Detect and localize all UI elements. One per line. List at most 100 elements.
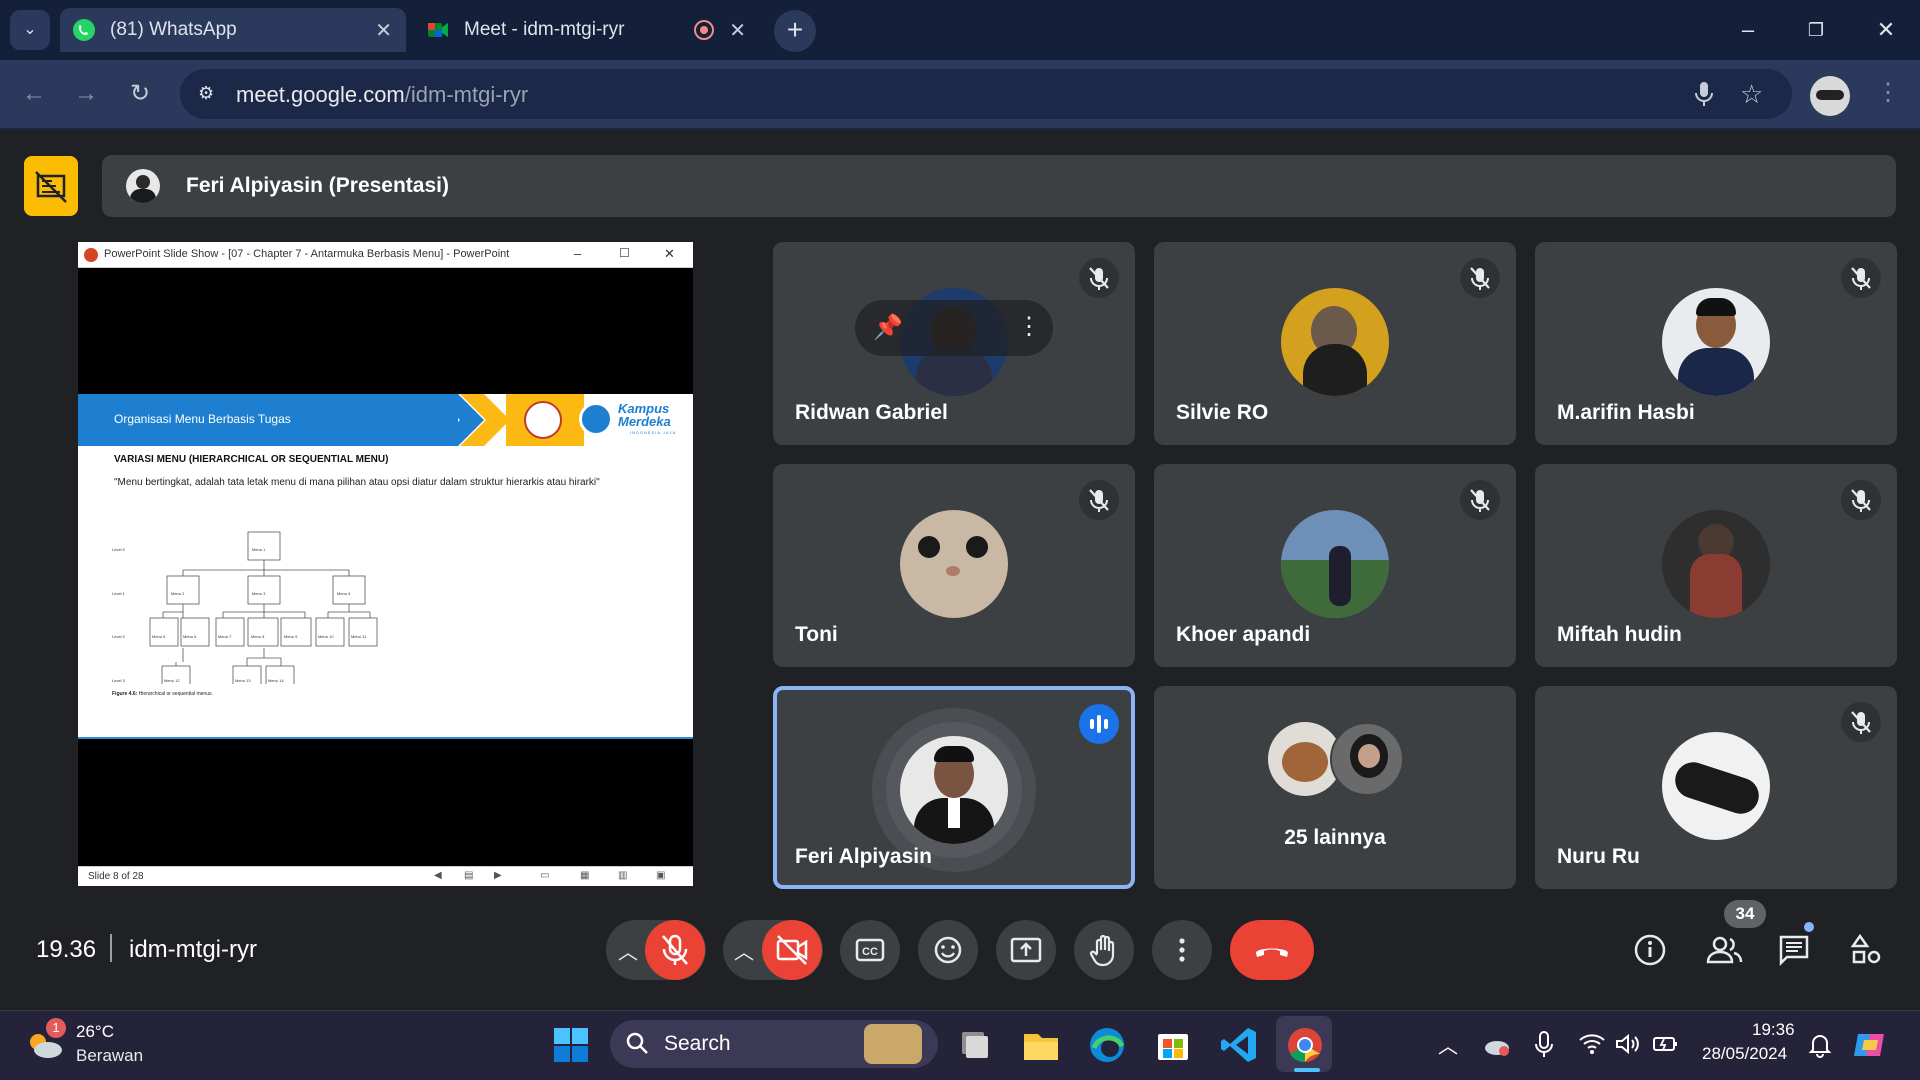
previous-slide-icon[interactable]: ◀ (434, 870, 442, 881)
edge-browser-icon[interactable] (1086, 1024, 1128, 1066)
profile-avatar[interactable] (1810, 76, 1850, 116)
bookmark-star-icon[interactable]: ☆ (1740, 79, 1763, 110)
slide-banner-title: Organisasi Menu Berbasis Tugas (114, 412, 291, 426)
url-host: meet.google.com (236, 82, 405, 107)
close-window-button[interactable]: ✕ (1866, 12, 1906, 48)
participant-tile-speaking[interactable]: Feri Alpiyasin (773, 686, 1135, 889)
browser-tab-strip: ⌄ (81) WhatsApp ✕ Meet - idm-mtgi-ryr ✕ … (0, 0, 1920, 60)
present-screen-button[interactable] (996, 920, 1056, 980)
microphone-tray-icon[interactable] (1532, 1030, 1556, 1065)
participant-tile[interactable]: 📌 ⋮ Ridwan Gabriel (773, 242, 1135, 445)
new-tab-button[interactable]: + (774, 10, 816, 52)
captions-button[interactable]: CC (840, 920, 900, 980)
reading-view-icon[interactable]: ▥ (618, 870, 627, 881)
university-logo (524, 401, 562, 439)
slide-canvas: Organisasi Menu Berbasis Tugas Kampus Me… (78, 394, 693, 739)
chat-icon[interactable] (1776, 922, 1814, 973)
minimize-button[interactable]: – (574, 246, 581, 261)
microphone-off-button[interactable] (645, 920, 705, 980)
vscode-icon[interactable] (1218, 1024, 1260, 1066)
file-explorer-icon[interactable] (1020, 1024, 1062, 1066)
tab-whatsapp[interactable]: (81) WhatsApp ✕ (60, 8, 406, 52)
notification-bell-icon[interactable] (1808, 1032, 1832, 1063)
battery-icon[interactable] (1652, 1032, 1680, 1061)
tile-hover-controls: 📌 ⋮ (855, 300, 1053, 356)
level-label: Level 1 (112, 591, 125, 596)
tab-meet[interactable]: Meet - idm-mtgi-ryr ✕ (414, 8, 760, 52)
volume-icon[interactable] (1614, 1032, 1642, 1061)
emoji-reaction-button[interactable] (918, 920, 978, 980)
site-settings-icon[interactable]: ⚙ (198, 83, 214, 104)
figure-caption-label: Figure 4.6: (112, 691, 138, 697)
others-tile[interactable]: 25 lainnya (1154, 686, 1516, 889)
back-button[interactable]: ← (16, 76, 52, 112)
participant-tile[interactable]: Khoer apandi (1154, 464, 1516, 667)
tab-search-button[interactable]: ⌄ (10, 10, 50, 50)
search-icon (624, 1030, 650, 1061)
taskbar-search-box[interactable]: Search (610, 1020, 938, 1068)
address-bar[interactable]: ⚙ meet.google.com/idm-mtgi-ryr ☆ (180, 69, 1792, 119)
restore-button[interactable]: ☐ (619, 246, 630, 260)
participant-tile[interactable]: Miftah hudin (1535, 464, 1897, 667)
clock-time[interactable]: 19:36 (1752, 1020, 1795, 1040)
show-hidden-icons-chevron[interactable]: ︿ (1438, 1030, 1458, 1059)
slide-menu-icon[interactable]: ▤ (464, 870, 473, 881)
more-options-button[interactable] (1152, 920, 1212, 980)
start-menu-icon[interactable] (550, 1024, 592, 1066)
normal-view-icon[interactable]: ▭ (540, 870, 549, 881)
browser-toolbar: ← → ↻ ⚙ meet.google.com/idm-mtgi-ryr ☆ ⋮ (0, 60, 1920, 130)
next-slide-icon[interactable]: ▶ (494, 870, 502, 881)
meeting-details-icon[interactable] (1632, 932, 1668, 973)
people-count-badge: 34 (1724, 900, 1766, 928)
more-options-icon[interactable]: ⋮ (1017, 312, 1041, 341)
participant-avatar (1662, 288, 1770, 396)
microsoft-store-icon[interactable] (1152, 1024, 1194, 1066)
google-meet-icon (426, 18, 450, 42)
close-tab-icon[interactable]: ✕ (729, 18, 746, 43)
presentation-window: PowerPoint Slide Show - [07 - Chapter 7 … (78, 242, 693, 886)
close-tab-icon[interactable]: ✕ (375, 18, 392, 43)
clock-date[interactable]: 28/05/2024 (1702, 1044, 1787, 1064)
slide-heading: VARIASI MENU (HIERARCHICAL OR SEQUENTIAL… (114, 454, 389, 465)
stop-presenting-icon[interactable] (24, 156, 78, 216)
participant-name: Ridwan Gabriel (795, 401, 948, 424)
minimize-button[interactable]: – (1728, 12, 1768, 48)
participant-tile[interactable]: M.arifin Hasbi (1535, 242, 1897, 445)
close-window-button[interactable]: ✕ (664, 246, 675, 262)
chevron-up-icon[interactable]: ︿ (618, 936, 638, 965)
reload-button[interactable]: ↻ (122, 76, 158, 112)
chrome-menu-icon[interactable]: ⋮ (1876, 78, 1900, 107)
participant-tile[interactable]: Nuru Ru (1535, 686, 1897, 889)
whatsapp-icon (72, 18, 96, 42)
restore-button[interactable]: ❐ (1796, 12, 1836, 48)
participant-tile[interactable]: Silvie RO (1154, 242, 1516, 445)
window-title: PowerPoint Slide Show - [07 - Chapter 7 … (104, 248, 510, 260)
menu-node: Menu 3 (252, 591, 266, 596)
leave-call-button[interactable] (1230, 920, 1314, 980)
wifi-icon[interactable] (1578, 1032, 1606, 1061)
camera-off-button[interactable] (762, 920, 822, 980)
onedrive-icon[interactable] (1482, 1034, 1512, 1063)
pin-icon[interactable]: 📌 (873, 313, 903, 342)
menu-node: Menu 13 (235, 678, 251, 683)
microphone-icon[interactable] (1694, 81, 1714, 112)
slide-sorter-icon[interactable]: ▦ (580, 870, 589, 881)
task-view-icon[interactable] (954, 1024, 996, 1066)
forward-button[interactable]: → (68, 76, 104, 112)
others-count: 25 lainnya (1284, 826, 1386, 849)
slideshow-view-icon[interactable]: ▣ (656, 870, 665, 881)
speaking-indicator-icon (1079, 704, 1119, 744)
copilot-icon[interactable] (1852, 1026, 1890, 1069)
people-icon[interactable] (1704, 932, 1744, 973)
divider (110, 934, 112, 962)
raise-hand-button[interactable] (1074, 920, 1134, 980)
participant-tile[interactable]: Toni (773, 464, 1135, 667)
chevron-up-icon[interactable]: ︿ (734, 936, 754, 965)
activities-icon[interactable] (1848, 932, 1884, 973)
chrome-icon[interactable] (1284, 1024, 1326, 1066)
menu-node: Menu 2 (171, 591, 185, 596)
weather-widget[interactable]: 1 26°C Berawan (22, 1018, 162, 1074)
participant-avatar (1662, 510, 1770, 618)
meeting-code: idm-mtgi-ryr (129, 936, 257, 963)
meeting-time: 19.36 (36, 936, 97, 963)
